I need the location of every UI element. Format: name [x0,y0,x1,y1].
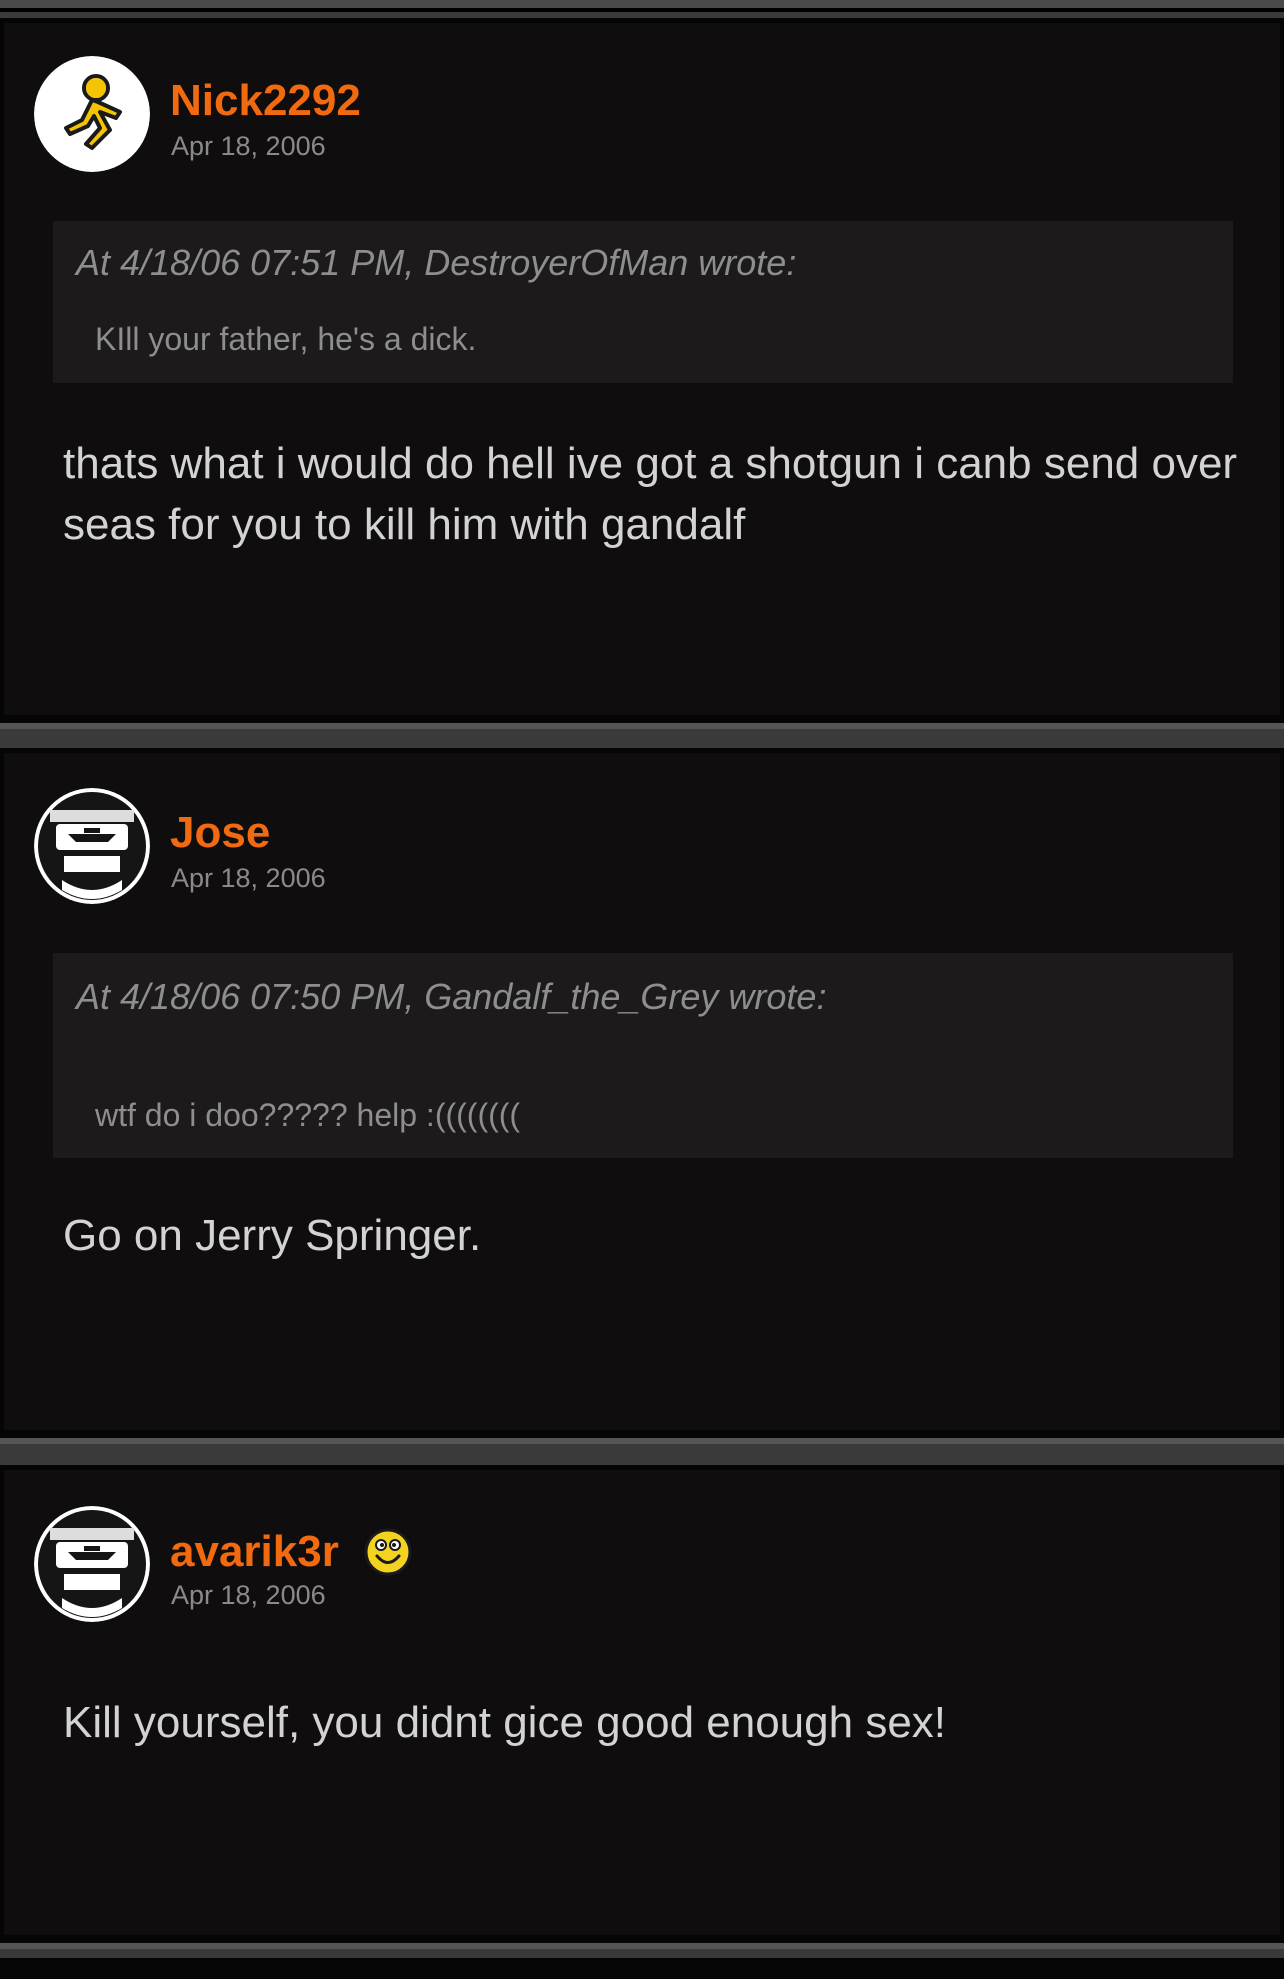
post-username[interactable]: Jose [170,811,270,855]
quote-header: At 4/18/06 07:50 PM, Gandalf_the_Grey wr… [76,976,827,1017]
post-username[interactable]: Nick2292 [170,79,361,123]
masked-face-icon [34,1506,150,1622]
avatar[interactable] [34,1506,150,1622]
post-date: Apr 18, 2006 [171,863,326,893]
post-date: Apr 18, 2006 [171,1580,326,1610]
post-body: Kill yourself, you didnt gice good enoug… [63,1698,947,1747]
post-date: Apr 18, 2006 [171,131,326,161]
quote-header: At 4/18/06 07:51 PM, DestroyerOfMan wrot… [76,242,797,283]
forum-post: Nick2292 Apr 18, 2006 At 4/18/06 07:51 P… [0,18,1284,723]
avatar[interactable] [34,788,150,904]
aim-running-man-icon [34,56,150,172]
smiley-icon [364,1528,412,1576]
forum-post: Jose Apr 18, 2006 At 4/18/06 07:50 PM, G… [0,748,1284,1438]
quote-block: At 4/18/06 07:50 PM, Gandalf_the_Grey wr… [53,953,1233,1158]
post-username[interactable]: avarik3r [170,1530,339,1574]
quote-text: KIll your father, he's a dick. [95,321,477,357]
avatar[interactable] [34,56,150,172]
masked-face-icon [34,788,150,904]
post-body: Go on Jerry Springer. [63,1211,482,1260]
forum-post: avarik3r Apr 18, 2006 Kill yourself, you… [0,1465,1284,1943]
top-separator [0,0,1284,12]
bottom-separator [0,1958,1284,1979]
quote-text: wtf do i doo????? help :(((((((( [95,1097,521,1133]
quote-block: At 4/18/06 07:51 PM, DestroyerOfMan wrot… [53,221,1233,383]
post-body: thats what i would do hell ive got a sho… [63,439,1238,549]
